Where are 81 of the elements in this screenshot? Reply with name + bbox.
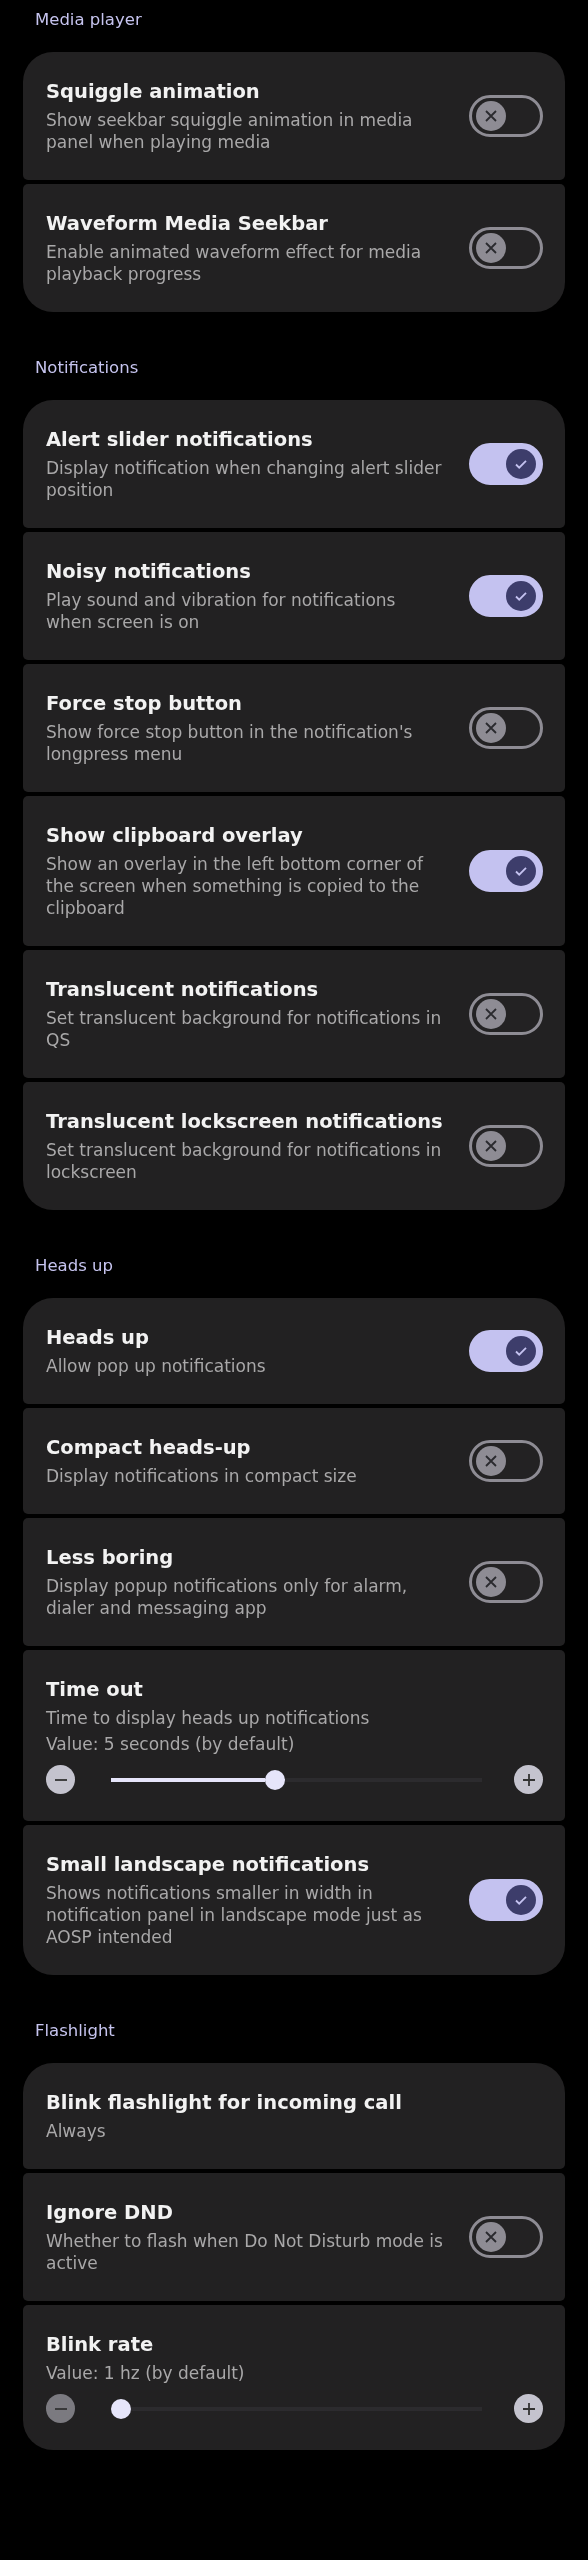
setting-title: Blink flashlight for incoming call	[46, 2090, 403, 2116]
minus-icon	[53, 2407, 68, 2410]
toggle-switch[interactable]	[469, 1440, 543, 1482]
toggle-switch[interactable]	[469, 1879, 543, 1921]
setting-title: Waveform Media Seekbar	[46, 211, 329, 237]
plus-icon	[521, 1772, 536, 1787]
close-icon	[484, 1139, 498, 1153]
setting-item[interactable]: Alert slider notifications Display notification when changing alert slider position	[23, 400, 565, 528]
setting-item[interactable]: Waveform Media Seekbar Enable animated waveform effect for media playback progress	[23, 184, 565, 312]
setting-title: Translucent notifications	[46, 977, 320, 1003]
setting-title: Show clipboard overlay	[46, 823, 304, 849]
setting-summary: Display notifications in compact size	[46, 1465, 358, 1487]
toggle-switch[interactable]	[469, 575, 543, 617]
setting-item[interactable]: Translucent notifications Set translucent background for notifications in QS	[23, 950, 565, 1078]
setting-title: Compact heads-up	[46, 1435, 252, 1461]
setting-title: Small landscape notifications	[46, 1852, 370, 1878]
setting-summary: Allow pop up notifications	[46, 1355, 267, 1377]
toggle-switch[interactable]	[469, 707, 543, 749]
setting-item[interactable]: Show clipboard overlay Show an overlay in the left bottom corner of the screen when something is copied to the clipboard	[23, 796, 565, 946]
setting-summary: Play sound and vibration for notifications when screen is on	[46, 589, 397, 633]
toggle-switch[interactable]	[469, 1330, 543, 1372]
slider-thumb[interactable]	[265, 1769, 286, 1790]
setting-title: Time out	[46, 1677, 144, 1703]
toggle-switch[interactable]	[469, 993, 543, 1035]
setting-summary: Display notification when changing alert slider position	[46, 457, 443, 501]
setting-summary: Show seekbar squiggle animation in media panel when playing media	[46, 109, 414, 153]
setting-title: Less boring	[46, 1545, 175, 1571]
setting-summary: Show an overlay in the left bottom corner of the screen when something is copied to the clipboard	[46, 853, 425, 919]
setting-title: Translucent lockscreen notifications	[46, 1109, 444, 1135]
setting-summary: Always	[46, 2120, 107, 2142]
minus-icon	[53, 1778, 68, 1781]
section-header: Heads up	[34, 1255, 114, 1277]
setting-summary: Shows notifications smaller in width in notification panel in landscape mode just as AOSP intended	[46, 1882, 423, 1948]
toggle-switch[interactable]	[469, 1561, 543, 1603]
setting-item[interactable]: Translucent lockscreen notifications Set translucent background for notifications in lockscreen	[23, 1082, 565, 1210]
setting-item[interactable]: Compact heads-up Display notifications in compact size	[23, 1408, 565, 1514]
close-icon	[484, 1454, 498, 1468]
toggle-switch[interactable]	[469, 227, 543, 269]
setting-summary: Show force stop button in the notification's longpress menu	[46, 721, 414, 765]
toggle-switch[interactable]	[469, 850, 543, 892]
setting-value: Value: 1 hz (by default)	[46, 2362, 246, 2384]
setting-summary: Enable animated waveform effect for media playback progress	[46, 241, 423, 285]
setting-summary: Set translucent background for notifications in lockscreen	[46, 1139, 443, 1183]
plus-button[interactable]	[514, 2394, 543, 2423]
setting-title: Force stop button	[46, 691, 243, 717]
setting-item[interactable]: Heads up Allow pop up notifications	[23, 1298, 565, 1404]
close-icon	[484, 721, 498, 735]
setting-title: Squiggle animation	[46, 79, 261, 105]
setting-title: Heads up	[46, 1325, 150, 1351]
setting-title: Blink rate	[46, 2332, 155, 2358]
toggle-switch[interactable]	[469, 95, 543, 137]
close-icon	[484, 1007, 498, 1021]
close-icon	[484, 241, 498, 255]
toggle-switch[interactable]	[469, 443, 543, 485]
setting-item[interactable]: Small landscape notifications Shows notifications smaller in width in notification panel in landscape mode just as AOSP intended	[23, 1825, 565, 1975]
setting-item[interactable]: Noisy notifications Play sound and vibration for notifications when screen is on	[23, 532, 565, 660]
setting-item[interactable]: Ignore DND Whether to flash when Do Not Disturb mode is active	[23, 2173, 565, 2301]
setting-value: Value: 5 seconds (by default)	[46, 1733, 296, 1755]
setting-item[interactable]: Less boring Display popup notifications only for alarm, dialer and messaging app	[23, 1518, 565, 1646]
close-icon	[484, 109, 498, 123]
setting-title: Noisy notifications	[46, 559, 252, 585]
setting-summary: Whether to flash when Do Not Disturb mode is active	[46, 2230, 444, 2274]
setting-item[interactable]: Force stop button Show force stop button in the notification's longpress menu	[23, 664, 565, 792]
setting-item[interactable]: Squiggle animation Show seekbar squiggle animation in media panel when playing media	[23, 52, 565, 180]
plus-button[interactable]	[514, 1765, 543, 1794]
setting-summary: Set translucent background for notifications in QS	[46, 1007, 443, 1051]
toggle-switch[interactable]	[469, 2216, 543, 2258]
section-header: Flashlight	[34, 2020, 116, 2042]
setting-summary: Time to display heads up notifications	[46, 1707, 371, 1729]
setting-item[interactable]: Blink flashlight for incoming call Always	[23, 2063, 565, 2169]
minus-button[interactable]	[46, 1765, 75, 1794]
section-header: Notifications	[34, 357, 140, 379]
close-icon	[484, 2230, 498, 2244]
setting-summary: Display popup notifications only for alarm, dialer and messaging app	[46, 1575, 409, 1619]
close-icon	[484, 1575, 498, 1589]
setting-title: Ignore DND	[46, 2200, 174, 2226]
section-header: Media player	[34, 9, 143, 31]
slider-thumb[interactable]	[111, 2398, 131, 2419]
toggle-switch[interactable]	[469, 1125, 543, 1167]
plus-icon	[521, 2401, 536, 2416]
setting-title: Alert slider notifications	[46, 427, 314, 453]
